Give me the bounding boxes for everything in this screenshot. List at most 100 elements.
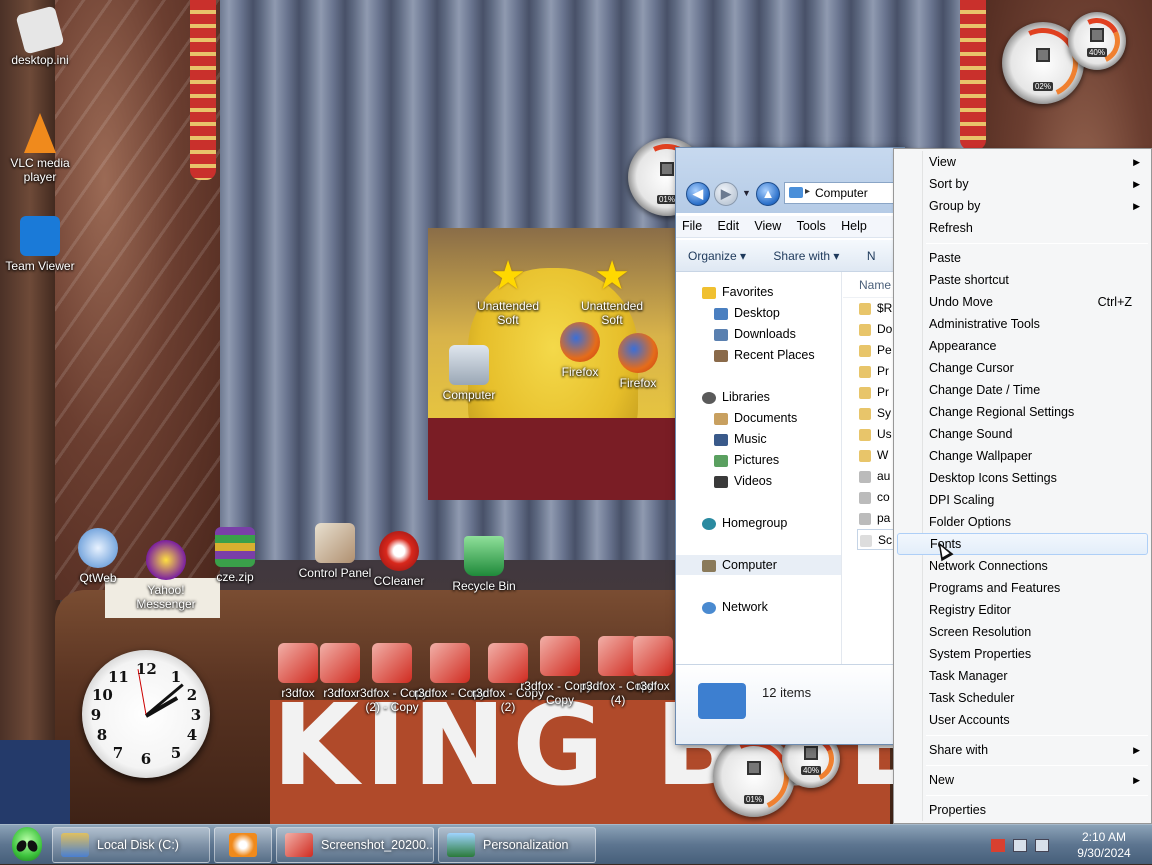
desktop-icon-vlc[interactable]: VLC media player: [0, 113, 80, 184]
taskbar-button-screenshot[interactable]: Screenshot_20200...: [276, 827, 434, 863]
nav-desktop[interactable]: Desktop: [714, 303, 780, 323]
cpu-gauge-gadget[interactable]: 01%: [709, 731, 799, 821]
videos-icon: [714, 475, 728, 488]
nav-homegroup[interactable]: Homegroup: [702, 513, 787, 533]
teamviewer-icon: [20, 216, 60, 256]
nav-computer[interactable]: Computer: [676, 555, 841, 575]
menu-item-registry-editor[interactable]: Registry Editor: [897, 599, 1148, 621]
menu-edit[interactable]: Edit: [712, 216, 746, 236]
menu-view[interactable]: View: [748, 216, 787, 236]
breadcrumb-chevron-icon[interactable]: ▸: [805, 186, 810, 197]
desktop-icon-unattended-soft[interactable]: ★ Unattended Soft: [468, 256, 548, 327]
menu-item-refresh[interactable]: Refresh: [897, 217, 1148, 239]
desktop-icon-unattended-soft-2[interactable]: ★ Unattended Soft: [572, 256, 652, 327]
menu-item-paste-shortcut[interactable]: Paste shortcut: [897, 269, 1148, 291]
menu-item-change-regional-settings[interactable]: Change Regional Settings: [897, 401, 1148, 423]
menu-item-change-cursor[interactable]: Change Cursor: [897, 357, 1148, 379]
volume-muted-icon[interactable]: [1035, 839, 1049, 852]
nav-videos[interactable]: Videos: [714, 471, 772, 491]
nav-network[interactable]: Network: [702, 597, 768, 617]
downloads-icon: [714, 328, 728, 341]
clock-minute-hand: [145, 683, 184, 717]
file-icon: [860, 534, 872, 547]
cpu-chip-icon: [660, 162, 674, 177]
menu-item-administrative-tools[interactable]: Administrative Tools: [897, 313, 1148, 335]
network-icon[interactable]: [1013, 839, 1027, 852]
details-pane: 12 items: [676, 664, 904, 744]
menu-item-change-sound[interactable]: Change Sound: [897, 423, 1148, 445]
menu-item-appearance[interactable]: Appearance: [897, 335, 1148, 357]
nav-downloads[interactable]: Downloads: [714, 324, 796, 344]
desktop-icon-r3dfox-3[interactable]: r3dfox: [630, 636, 676, 693]
explorer-command-bar: Organize ▾ Share with ▾ N: [676, 240, 904, 272]
menu-separator: [926, 243, 1148, 244]
taskbar-clock[interactable]: 2:10 AM 9/30/2024: [1064, 829, 1144, 861]
nav-music[interactable]: Music: [714, 429, 767, 449]
share-with-button[interactable]: Share with ▾: [761, 240, 851, 263]
menu-item-folder-options[interactable]: Folder Options: [897, 511, 1148, 533]
start-button[interactable]: [4, 825, 48, 865]
taskbar-button-personalization[interactable]: Personalization: [438, 827, 596, 863]
menu-item-user-accounts[interactable]: User Accounts: [897, 709, 1148, 731]
new-folder-button[interactable]: N: [855, 240, 888, 263]
pictures-icon: [714, 454, 728, 467]
desktop-icon-cze-zip[interactable]: cze.zip: [195, 527, 275, 584]
desktop-icon-firefox-2[interactable]: Firefox: [598, 333, 678, 390]
menu-item-network-connections[interactable]: Network Connections: [897, 555, 1148, 577]
taskbar-button-media-player[interactable]: [214, 827, 272, 863]
desktop-icon-computer[interactable]: Computer: [429, 345, 509, 402]
menu-item-programs-and-features[interactable]: Programs and Features: [897, 577, 1148, 599]
menu-item-task-manager[interactable]: Task Manager: [897, 665, 1148, 687]
address-bar[interactable]: ▸ Computer: [784, 182, 904, 204]
media-player-icon: [229, 833, 257, 857]
menu-item-share-with[interactable]: Share with ▶: [897, 739, 1148, 761]
nav-documents[interactable]: Documents: [714, 408, 797, 428]
menu-item-group-by[interactable]: Group by ▶: [897, 195, 1148, 217]
desktop-icon-teamviewer[interactable]: Team Viewer: [0, 216, 80, 273]
menu-item-sort-by[interactable]: Sort by ▶: [897, 173, 1148, 195]
nav-libraries[interactable]: Libraries: [702, 387, 770, 407]
desktop-icon-yahoo-messenger[interactable]: Yahoo! Messenger: [126, 540, 206, 611]
qtweb-icon: [78, 528, 118, 568]
desktop-icon-ccleaner[interactable]: CCleaner: [359, 531, 439, 588]
item-count: 12 items: [762, 685, 812, 700]
control-panel-icon: [315, 523, 355, 563]
desktop-icon-recycle-bin[interactable]: Recycle Bin: [444, 536, 524, 593]
submenu-arrow-icon: ▶: [1133, 157, 1140, 167]
explorer-window[interactable]: ◀ ▶ ▼ ▲ ▸ Computer File Edit View Tools …: [675, 147, 905, 745]
clock-gadget[interactable]: 12 1 2 3 4 5 6 7 8 9 10 11: [82, 650, 210, 778]
recent-pages-dropdown-icon[interactable]: ▼: [742, 188, 751, 198]
documents-icon: [714, 412, 728, 425]
menu-item-task-scheduler[interactable]: Task Scheduler: [897, 687, 1148, 709]
menu-item-undo-move[interactable]: Undo Move Ctrl+Z: [897, 291, 1148, 313]
menu-help[interactable]: Help: [835, 216, 873, 236]
back-button[interactable]: ◀: [686, 182, 710, 206]
ram-gauge-gadget[interactable]: 40%: [1067, 11, 1127, 71]
menu-item-view[interactable]: View ▶: [897, 151, 1148, 173]
up-button[interactable]: ▲: [756, 182, 780, 206]
recent-places-icon: [714, 349, 728, 362]
menu-item-dpi-scaling[interactable]: DPI Scaling: [897, 489, 1148, 511]
menu-item-system-properties[interactable]: System Properties: [897, 643, 1148, 665]
folder-icon: [859, 323, 871, 336]
nav-recent-places[interactable]: Recent Places: [714, 345, 815, 365]
nav-pictures[interactable]: Pictures: [714, 450, 779, 470]
menu-file[interactable]: File: [676, 216, 708, 236]
organize-button[interactable]: Organize ▾: [676, 240, 758, 263]
menu-item-paste[interactable]: Paste: [897, 247, 1148, 269]
menu-item-properties[interactable]: Properties: [897, 799, 1148, 821]
nav-favorites[interactable]: Favorites: [702, 282, 773, 302]
minion-robe: [428, 418, 676, 500]
menu-tools[interactable]: Tools: [791, 216, 832, 236]
r3dfox-icon: [633, 636, 673, 676]
menu-item-desktop-icons-settings[interactable]: Desktop Icons Settings: [897, 467, 1148, 489]
taskbar-button-local-disk[interactable]: Local Disk (C:): [52, 827, 210, 863]
desktop-icon-desktop-ini[interactable]: desktop.ini: [0, 5, 80, 67]
menu-item-new[interactable]: New ▶: [897, 769, 1148, 791]
menu-item-change-wallpaper[interactable]: Change Wallpaper: [897, 445, 1148, 467]
menu-separator: [926, 795, 1148, 796]
menu-item-screen-resolution[interactable]: Screen Resolution: [897, 621, 1148, 643]
menu-item-change-date-time[interactable]: Change Date / Time: [897, 379, 1148, 401]
forward-button[interactable]: ▶: [714, 182, 738, 206]
action-center-flag-icon[interactable]: [991, 839, 1005, 852]
